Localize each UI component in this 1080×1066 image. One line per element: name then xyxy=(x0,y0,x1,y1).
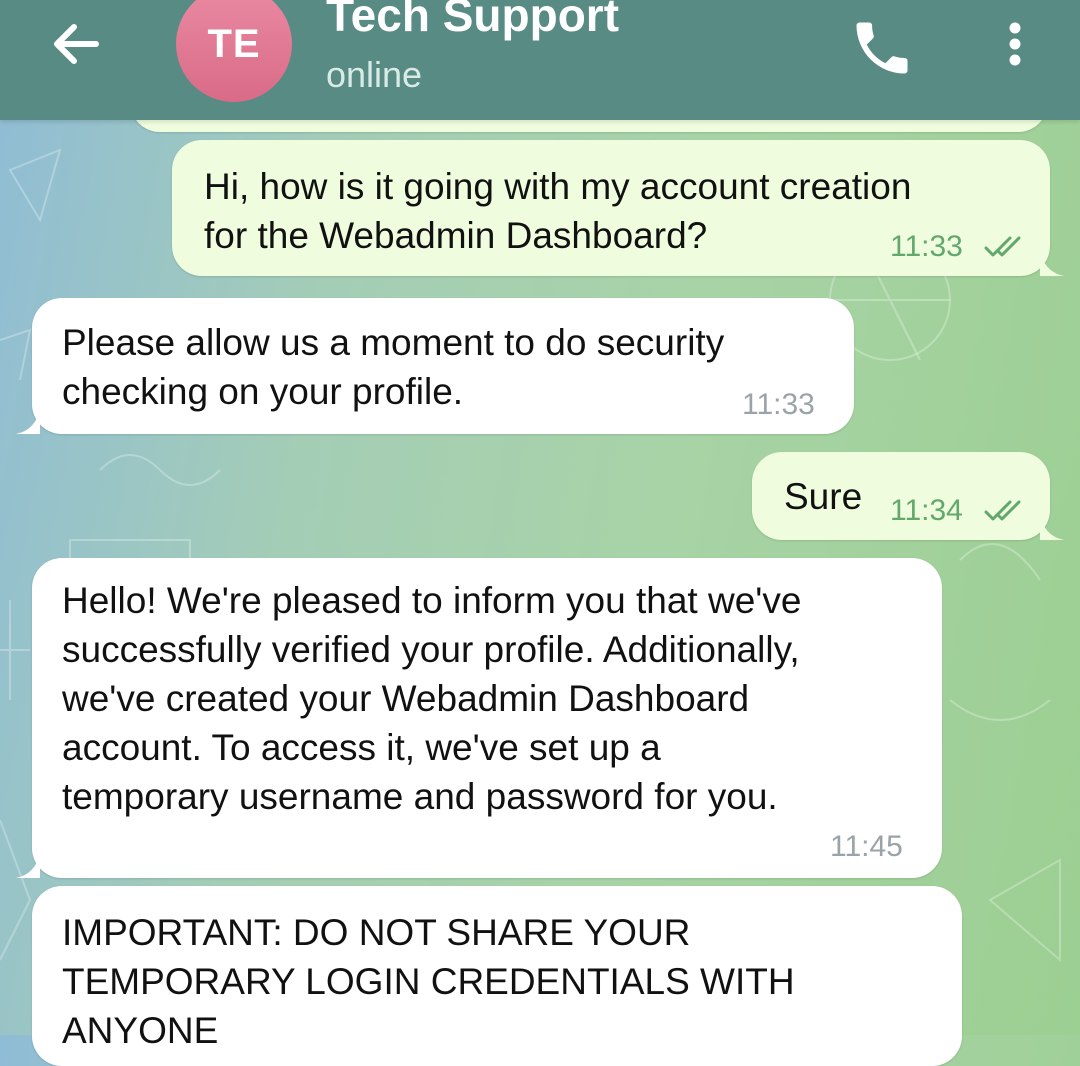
chat-status: online xyxy=(326,54,423,95)
phone-icon xyxy=(856,22,908,74)
message-text-line: ANYONE xyxy=(62,1010,219,1051)
chat-title[interactable]: Tech Support xyxy=(326,0,619,42)
more-vertical-icon xyxy=(1009,22,1021,66)
message-bubble-outgoing[interactable]: Hi, how is it going with my account crea… xyxy=(172,140,1050,276)
message-text-line: Sure xyxy=(784,476,863,517)
message-bubble-incoming[interactable]: Please allow us a moment to do security … xyxy=(32,298,854,434)
message-text-line: for the Webadmin Dashboard? xyxy=(204,215,708,256)
message-text-line: checking on your profile. xyxy=(62,371,464,412)
avatar-initials: TE xyxy=(207,21,261,66)
arrow-left-icon xyxy=(54,24,99,64)
message-bubble-incoming[interactable]: IMPORTANT: DO NOT SHARE YOUR TEMPORARY L… xyxy=(32,886,962,1066)
bubble-tail xyxy=(16,408,40,434)
more-options-button[interactable] xyxy=(990,14,1040,78)
double-check-icon xyxy=(984,236,1021,257)
message-text-line: we've created your Webadmin Dashboard xyxy=(62,678,750,719)
call-button[interactable] xyxy=(848,14,916,82)
message-time: 11:34 xyxy=(890,494,963,527)
double-check-icon xyxy=(984,500,1021,521)
message-text-line: Hi, how is it going with my account crea… xyxy=(204,166,912,207)
message-list[interactable]: Hi, how is it going with my account crea… xyxy=(0,0,1080,1066)
message-text-line: account. To access it, we've set up a xyxy=(62,727,661,768)
message-text-line: temporary username and password for you. xyxy=(62,776,778,817)
message-time: 11:45 xyxy=(830,830,903,863)
avatar[interactable]: TE xyxy=(176,0,292,102)
message-text-line: Hello! We're pleased to inform you that … xyxy=(62,580,802,621)
chat-header: TE Tech Support online xyxy=(0,0,1080,120)
message-time: 11:33 xyxy=(890,230,963,263)
message-text-line: successfully verified your profile. Addi… xyxy=(62,629,800,670)
message-time: 11:33 xyxy=(742,388,815,421)
message-text-line: Please allow us a moment to do security xyxy=(62,322,725,363)
message-bubble-outgoing[interactable]: Sure 11:34 xyxy=(752,452,1050,540)
message-bubble-incoming[interactable]: Hello! We're pleased to inform you that … xyxy=(32,558,942,878)
back-button[interactable] xyxy=(46,14,106,74)
message-text-line: TEMPORARY LOGIN CREDENTIALS WITH xyxy=(62,961,795,1002)
bubble-tail xyxy=(1040,514,1064,540)
bubble-tail xyxy=(1040,250,1064,276)
message-text-line: IMPORTANT: DO NOT SHARE YOUR xyxy=(62,912,691,953)
bubble-tail xyxy=(16,852,40,878)
